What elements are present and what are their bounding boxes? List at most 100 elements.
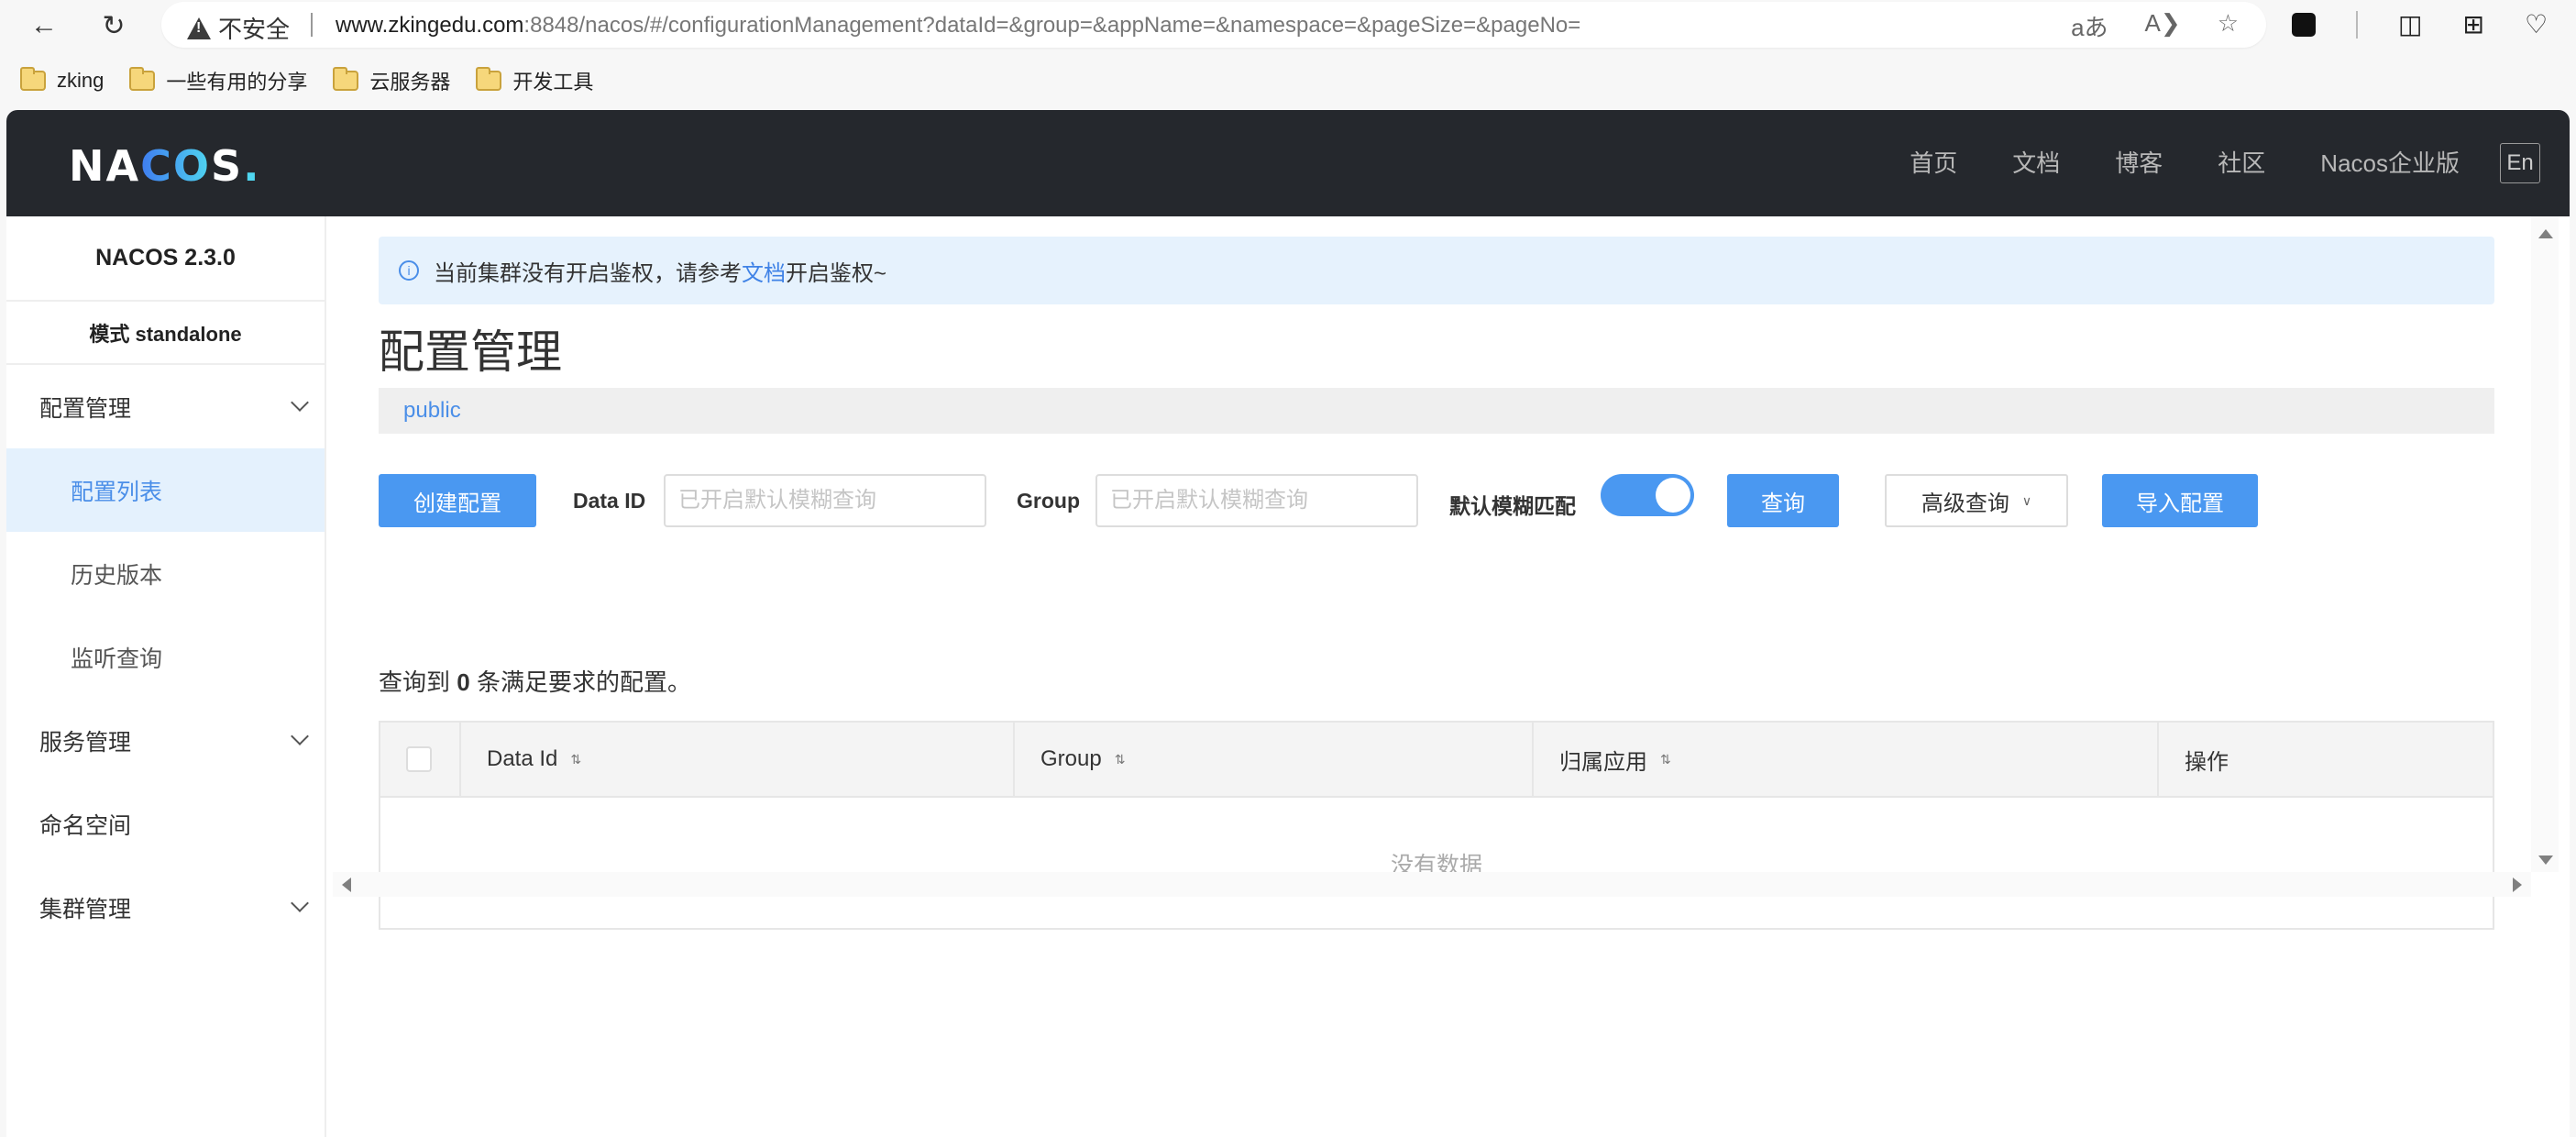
- bookmarks-bar: zking 一些有用的分享 云服务器 开发工具: [0, 62, 2576, 99]
- app-header: NACOS. 首页 文档 博客 社区 Nacos企业版 En: [6, 110, 2570, 216]
- favorite-star-icon[interactable]: ☆: [2218, 9, 2239, 43]
- alert-text: 当前集群没有开启鉴权，请参考: [434, 260, 742, 286]
- sidebar-item-listener-query[interactable]: 监听查询: [6, 615, 325, 699]
- empty-state: 没有数据: [1390, 853, 1482, 878]
- reload-button[interactable]: ↻: [95, 7, 132, 44]
- select-all-checkbox[interactable]: [406, 746, 432, 772]
- query-button[interactable]: 查询: [1727, 474, 1839, 527]
- reload-icon: ↻: [102, 10, 126, 41]
- column-label: Group: [1040, 746, 1102, 771]
- query-toolbar: 创建配置 Data ID Group 默认模糊匹配 查询 高级查询 ∨ 导入配置: [379, 474, 2494, 527]
- sidebar-item-config-management[interactable]: 配置管理: [6, 365, 325, 448]
- sidebar-item-label: 配置列表: [71, 479, 163, 505]
- bookmark-label: zking: [57, 69, 105, 92]
- advanced-query-button[interactable]: 高级查询 ∨: [1885, 474, 2068, 527]
- data-id-input[interactable]: [664, 474, 986, 527]
- bookmark-label: 云服务器: [369, 71, 451, 94]
- extension-icon[interactable]: [2292, 12, 2316, 37]
- sidebar-item-label: 集群管理: [39, 896, 132, 922]
- nav-home[interactable]: 首页: [1910, 145, 1957, 179]
- back-button[interactable]: ←: [26, 7, 62, 44]
- result-summary: 查询到 0 条满足要求的配置。: [379, 664, 691, 698]
- result-suffix: 条满足要求的配置。: [476, 668, 691, 696]
- horizontal-scrollbar[interactable]: [333, 872, 2531, 897]
- top-nav: 首页 文档 博客 社区 Nacos企业版: [1910, 145, 2460, 179]
- read-aloud-icon[interactable]: A❯: [2145, 9, 2181, 43]
- nacos-logo[interactable]: NACOS.: [69, 141, 261, 191]
- sort-icon[interactable]: ⇅: [570, 752, 581, 767]
- sidebar: NACOS 2.3.0 模式 standalone 配置管理 配置列表 历史版本…: [6, 216, 326, 1137]
- bookmark-folder[interactable]: zking: [20, 67, 105, 93]
- sidebar-item-label: 服务管理: [39, 729, 132, 756]
- version-label: NACOS 2.3.0: [6, 216, 325, 302]
- column-label: 归属应用: [1559, 749, 1647, 775]
- import-config-button[interactable]: 导入配置: [2102, 474, 2258, 527]
- address-bar[interactable]: 不安全 www.zkingedu.com:8848/nacos/#/config…: [161, 2, 2266, 48]
- column-label: Data Id: [487, 746, 558, 771]
- browser-toolbar: ← ↻ 不安全 www.zkingedu.com:8848/nacos/#/co…: [0, 0, 2576, 53]
- table-header: Data Id ⇅ Group ⇅ 归属应用 ⇅ 操作: [380, 723, 2493, 798]
- sidebar-item-config-list[interactable]: 配置列表: [6, 448, 325, 532]
- config-table: Data Id ⇅ Group ⇅ 归属应用 ⇅ 操作 没有数据: [379, 721, 2494, 930]
- sidebar-item-label: 命名空间: [39, 812, 132, 839]
- bookmark-label: 开发工具: [512, 71, 594, 94]
- create-config-button[interactable]: 创建配置: [379, 474, 536, 527]
- sidebar-item-service-management[interactable]: 服务管理: [6, 699, 325, 782]
- folder-icon: [476, 67, 502, 91]
- toggle-knob: [1656, 478, 1690, 513]
- chevron-down-icon: [291, 727, 309, 745]
- sidebar-item-namespace[interactable]: 命名空间: [6, 782, 325, 866]
- info-icon: i: [399, 260, 419, 281]
- column-data-id[interactable]: Data Id ⇅: [461, 723, 1015, 796]
- docs-link[interactable]: 文档: [742, 255, 786, 287]
- sort-icon[interactable]: ⇅: [1660, 752, 1671, 767]
- scroll-right-icon[interactable]: [2513, 878, 2522, 892]
- scroll-up-icon[interactable]: [2538, 229, 2553, 238]
- nacos-app: NACOS. 首页 文档 博客 社区 Nacos企业版 En NACOS 2.3…: [6, 110, 2570, 1137]
- nav-docs[interactable]: 文档: [2012, 145, 2060, 179]
- folder-icon: [20, 67, 46, 91]
- browser-essentials-icon[interactable]: ♡: [2525, 9, 2548, 39]
- logo-text: NA: [69, 141, 141, 191]
- namespace-bar: public: [379, 388, 2494, 434]
- result-prefix: 查询到: [379, 668, 451, 696]
- group-input[interactable]: [1095, 474, 1418, 527]
- split-screen-icon[interactable]: ◫: [2398, 9, 2422, 39]
- warning-icon: [187, 17, 211, 39]
- namespace-public[interactable]: public: [403, 398, 461, 424]
- security-label: 不安全: [218, 16, 291, 43]
- scroll-left-icon[interactable]: [342, 878, 351, 892]
- sort-icon[interactable]: ⇅: [1115, 752, 1126, 767]
- nav-community[interactable]: 社区: [2218, 145, 2265, 179]
- collections-icon[interactable]: ⊞: [2462, 9, 2483, 39]
- sidebar-item-label: 监听查询: [71, 646, 163, 672]
- select-all-cell: [380, 723, 461, 796]
- translate-icon[interactable]: aあ: [2071, 9, 2108, 43]
- language-toggle-button[interactable]: En: [2500, 143, 2540, 183]
- fuzzy-match-toggle[interactable]: [1601, 474, 1694, 516]
- bookmark-label: 一些有用的分享: [166, 71, 308, 94]
- toolbar-separator: [2356, 10, 2358, 39]
- url-text[interactable]: www.zkingedu.com:8848/nacos/#/configurat…: [336, 13, 1580, 39]
- sidebar-item-history[interactable]: 历史版本: [6, 532, 325, 615]
- column-label: 操作: [2185, 749, 2229, 775]
- page-title: 配置管理: [379, 326, 562, 378]
- bookmark-folder[interactable]: 开发工具: [476, 66, 593, 95]
- bookmark-folder[interactable]: 云服务器: [333, 66, 450, 95]
- column-app[interactable]: 归属应用 ⇅: [1534, 723, 2159, 796]
- nav-enterprise[interactable]: Nacos企业版: [2320, 145, 2460, 179]
- column-group[interactable]: Group ⇅: [1015, 723, 1534, 796]
- logo-dot: .: [243, 141, 261, 191]
- scroll-down-icon[interactable]: [2538, 856, 2553, 865]
- url-host: www.zkingedu.com: [336, 13, 524, 38]
- arrow-left-icon: ←: [30, 10, 58, 40]
- url-path: :8848/nacos/#/configurationManagement?da…: [523, 13, 1581, 38]
- bookmark-folder[interactable]: 一些有用的分享: [129, 66, 307, 95]
- sidebar-item-cluster-management[interactable]: 集群管理: [6, 866, 325, 949]
- chevron-down-icon: [291, 393, 309, 412]
- vertical-scrollbar[interactable]: [2531, 216, 2559, 872]
- nav-blog[interactable]: 博客: [2115, 145, 2163, 179]
- security-indicator[interactable]: 不安全: [187, 11, 290, 45]
- advanced-query-label: 高级查询: [1921, 491, 2009, 516]
- auth-alert: i 当前集群没有开启鉴权，请参考 文档 开启鉴权~: [379, 237, 2494, 304]
